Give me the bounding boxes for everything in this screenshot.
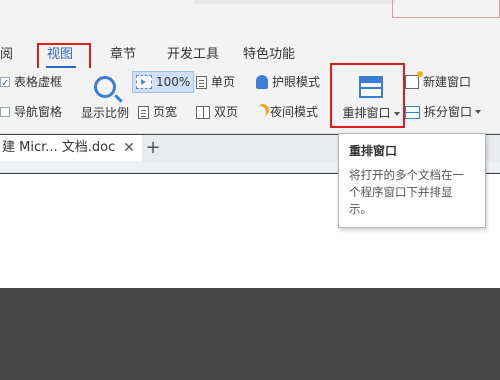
nav-pane-checkbox[interactable]: 导航窗格 — [0, 102, 62, 122]
eye-mode-button[interactable]: 护眼模式 — [256, 72, 320, 92]
new-window-button[interactable]: 新建窗口 — [405, 71, 472, 92]
title-bar-decoration — [195, 0, 395, 4]
split-window-icon — [405, 105, 420, 119]
tooltip-description: 将打开的多个文档在一个程序窗口下并排显示。 — [349, 168, 464, 216]
eye-mode-label: 护眼模式 — [272, 75, 321, 89]
add-tab-icon[interactable]: + — [145, 135, 161, 161]
highlight-box-arrange-window — [330, 63, 405, 128]
document-tab-title: 建 Micr... 文档.doc — [2, 140, 116, 155]
page-width-button[interactable]: 页宽 — [138, 102, 177, 122]
fit-page-icon — [136, 75, 152, 89]
nav-pane-label: 导航窗格 — [14, 105, 63, 119]
magnifier-icon — [94, 76, 116, 98]
tab-features[interactable]: 特色功能 — [243, 44, 295, 66]
single-page-button[interactable]: 单页 — [196, 72, 235, 92]
checkbox-unchecked-icon — [0, 107, 10, 117]
ribbon-toolbar: 表格虚框 导航窗格 100% 单页 页宽 双页 护眼模式 夜间模式 新建窗口 拆… — [0, 68, 500, 134]
zoom-100-button[interactable]: 100% — [132, 71, 195, 93]
zoom-ratio-button[interactable]: 显示比例 — [78, 104, 132, 121]
checkbox-checked-icon — [0, 74, 10, 94]
chevron-down-icon — [475, 110, 482, 114]
double-page-button[interactable]: 双页 — [196, 102, 238, 122]
night-mode-label: 夜间模式 — [270, 105, 319, 119]
double-page-icon — [196, 105, 210, 119]
single-page-label: 单页 — [211, 75, 236, 89]
close-icon[interactable]: ✕ — [122, 135, 136, 161]
split-window-label: 拆分窗口 — [424, 105, 473, 119]
single-page-icon — [196, 75, 207, 89]
new-window-label: 新建窗口 — [423, 75, 472, 89]
split-window-button[interactable]: 拆分窗口 — [405, 102, 482, 122]
document-tab[interactable]: 建 Micr... 文档.doc — [0, 135, 142, 161]
table-grid-label: 表格虚框 — [14, 75, 63, 89]
night-mode-button[interactable]: 夜间模式 — [256, 102, 318, 122]
eye-protection-icon — [256, 75, 268, 89]
highlight-box-view-tab — [37, 43, 91, 71]
zoom-100-label: 100% — [156, 75, 191, 89]
double-page-label: 双页 — [214, 105, 239, 119]
table-grid-checkbox[interactable]: 表格虚框 — [0, 72, 63, 94]
tooltip-arrange-window: 重排窗口 将打开的多个文档在一个程序窗口下并排显示。 — [338, 133, 486, 228]
tab-review[interactable]: 阅 — [0, 44, 13, 66]
tab-chapter[interactable]: 章节 — [110, 44, 136, 66]
title-bar-red-outline — [392, 0, 500, 18]
new-window-icon — [405, 71, 423, 89]
tooltip-title: 重排窗口 — [349, 144, 398, 158]
page-width-label: 页宽 — [153, 105, 178, 119]
workspace-background — [0, 288, 500, 380]
moon-icon — [254, 106, 266, 118]
tab-developer[interactable]: 开发工具 — [167, 44, 219, 66]
page-width-icon — [138, 105, 149, 119]
title-bar — [0, 0, 500, 40]
zoom-ratio-label: 显示比例 — [80, 106, 129, 120]
